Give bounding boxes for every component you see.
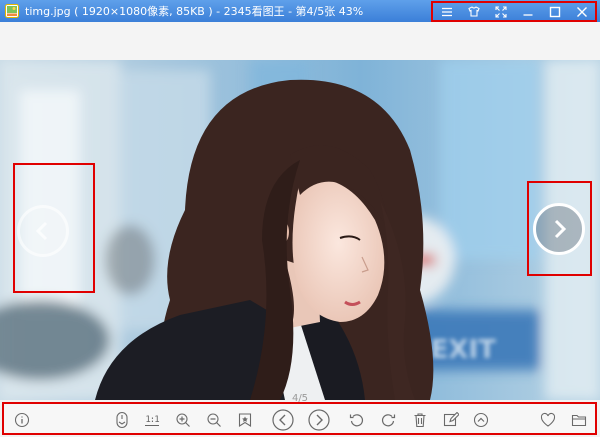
- menu-icon[interactable]: [436, 3, 458, 21]
- close-icon[interactable]: [571, 3, 593, 21]
- delete-icon[interactable]: [411, 411, 429, 429]
- rotate-right-icon[interactable]: [379, 411, 397, 429]
- fullscreen-icon[interactable]: [490, 3, 512, 21]
- previous-region: [13, 163, 95, 293]
- chevron-left-icon: [35, 221, 48, 241]
- image-viewport[interactable]: NOT EXIT: [0, 60, 600, 400]
- skin-icon[interactable]: [463, 3, 485, 21]
- next-icon[interactable]: [308, 409, 330, 431]
- info-icon[interactable]: [13, 411, 31, 429]
- title-bar: timg.jpg ( 1920×1080像素, 85KB ) - 2345看图王…: [0, 0, 600, 22]
- window-title: timg.jpg ( 1920×1080像素, 85KB ) - 2345看图王…: [25, 5, 364, 18]
- favorite-icon[interactable]: [539, 411, 557, 429]
- previous-icon[interactable]: [272, 409, 294, 431]
- maximize-icon[interactable]: [544, 3, 566, 21]
- next-image-button[interactable]: [533, 203, 585, 255]
- actual-size-label: 1:1: [145, 414, 160, 426]
- next-region: [527, 181, 592, 276]
- chevron-right-icon: [554, 219, 567, 239]
- actual-size-icon[interactable]: 1:1: [143, 411, 161, 429]
- minimize-icon[interactable]: [517, 3, 539, 21]
- edit-icon[interactable]: [442, 411, 460, 429]
- window-controls: [431, 1, 597, 22]
- zoom-in-icon[interactable]: [174, 411, 192, 429]
- folder-icon[interactable]: [570, 411, 588, 429]
- more-icon[interactable]: [472, 411, 490, 429]
- mouse-icon[interactable]: [113, 411, 131, 429]
- app-logo-icon: [5, 4, 19, 18]
- upper-strip: [0, 22, 600, 60]
- bookmark-icon[interactable]: [236, 411, 254, 429]
- bottom-toolbar: 1:1: [2, 402, 597, 435]
- previous-image-button[interactable]: [17, 205, 69, 257]
- rotate-left-icon[interactable]: [348, 411, 366, 429]
- zoom-out-icon[interactable]: [205, 411, 223, 429]
